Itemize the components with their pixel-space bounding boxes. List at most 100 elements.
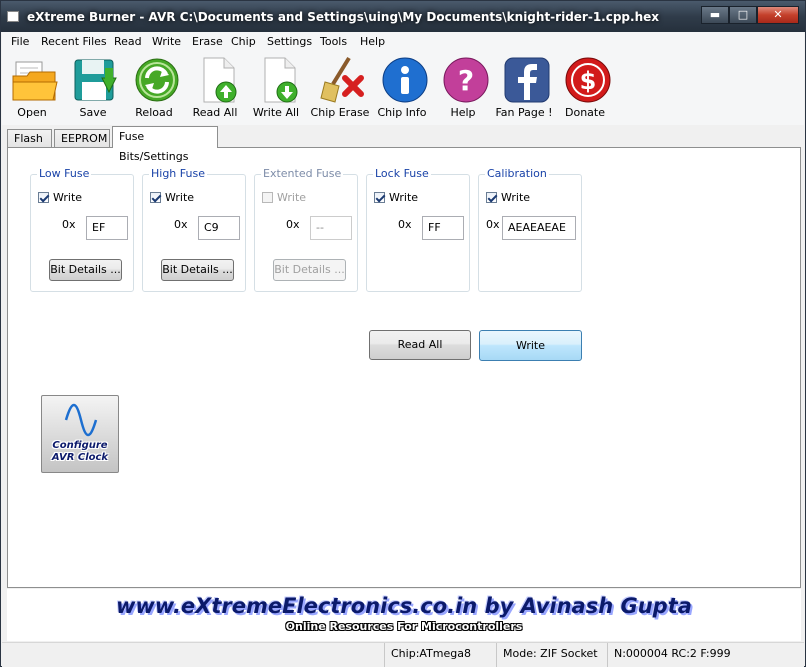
checkbox-checked[interactable] xyxy=(38,192,49,203)
hex-prefix: 0x xyxy=(62,218,76,231)
folder-icon xyxy=(12,61,58,101)
banner-title: www.eXtremeElectronics.co.in by Avinash … xyxy=(116,594,692,618)
high-fuse-group: High Fuse Write 0x C9 Bit Details ... xyxy=(142,167,246,292)
floppy-save-icon xyxy=(74,59,117,101)
menu-chip[interactable]: Chip xyxy=(231,35,256,48)
hex-prefix: 0x xyxy=(174,218,188,231)
menu-file[interactable]: File xyxy=(11,35,29,48)
menu-settings[interactable]: Settings xyxy=(267,35,312,48)
open-label: Open xyxy=(17,106,47,119)
banner-subtitle: Online Resources For Microcontrollers xyxy=(285,620,523,633)
donate-button[interactable]: $ Donate xyxy=(555,52,615,124)
low-fuse-group: Low Fuse Write 0x EF Bit Details ... xyxy=(30,167,134,292)
calibration-group: Calibration Write 0x AEAEAEAE xyxy=(478,167,582,292)
tab-eeprom[interactable]: EEPROM xyxy=(54,129,110,148)
app-window: eXtreme Burner - AVR C:\Documents and Se… xyxy=(0,0,806,667)
checkbox-checked[interactable] xyxy=(486,192,497,203)
hex-prefix: 0x xyxy=(398,218,412,231)
high-fuse-title: High Fuse xyxy=(149,167,207,180)
help-question-icon: ? xyxy=(443,57,489,103)
status-counters: N:000004 RC:2 F:999 xyxy=(607,643,804,667)
low-fuse-title: Low Fuse xyxy=(37,167,92,180)
chip-erase-button[interactable]: Chip Erase xyxy=(310,52,370,124)
chip-erase-label: Chip Erase xyxy=(310,106,370,119)
tab-fuse-bits-settings[interactable]: Fuse Bits/Settings xyxy=(112,126,218,163)
read-all-tool-label: Read All xyxy=(192,106,238,119)
window-title: eXtreme Burner - AVR C:\Documents and Se… xyxy=(27,10,659,24)
extended-fuse-write-checkbox: Write xyxy=(262,191,306,204)
lock-fuse-group: Lock Fuse Write 0x FF xyxy=(366,167,470,292)
facebook-icon xyxy=(504,57,550,103)
high-fuse-bit-details-button[interactable]: Bit Details ... xyxy=(161,259,234,281)
hex-prefix: 0x xyxy=(286,218,300,231)
extended-fuse-group: Extented Fuse Write 0x -- Bit Details ..… xyxy=(254,167,358,292)
extended-fuse-bit-details-button: Bit Details ... xyxy=(273,259,346,281)
maximize-button[interactable]: □ xyxy=(729,6,757,24)
configure-avr-clock-button[interactable]: Configure AVR Clock xyxy=(41,395,119,473)
write-all-tool-button[interactable]: Write All xyxy=(246,52,306,124)
svg-text:$: $ xyxy=(580,67,597,95)
website-banner: www.eXtremeElectronics.co.in by Avinash … xyxy=(7,589,801,641)
app-icon[interactable] xyxy=(7,11,19,22)
read-all-button[interactable]: Read All xyxy=(369,330,471,360)
high-fuse-value-input[interactable]: C9 xyxy=(198,216,240,240)
lock-fuse-value-input[interactable]: FF xyxy=(422,216,464,240)
calibration-value-input[interactable]: AEAEAEAE xyxy=(502,216,576,240)
write-button[interactable]: Write xyxy=(479,330,582,361)
low-fuse-value-input[interactable]: EF xyxy=(86,216,128,240)
menu-tools[interactable]: Tools xyxy=(320,35,347,48)
status-bar: Chip:ATmega8 Mode: ZIF Socket N:000004 R… xyxy=(2,642,804,667)
close-button[interactable]: ✕ xyxy=(757,6,799,24)
high-fuse-write-checkbox[interactable]: Write xyxy=(150,191,194,204)
reload-label: Reload xyxy=(135,106,173,119)
info-icon xyxy=(382,57,428,103)
fan-page-label: Fan Page ! xyxy=(495,106,553,119)
sine-wave-icon xyxy=(64,403,98,437)
checkbox-disabled xyxy=(262,192,273,203)
toolbar: Open Save Reload Read All Write All Chip… xyxy=(2,52,804,125)
extended-fuse-value-input: -- xyxy=(310,216,352,240)
menu-read[interactable]: Read xyxy=(114,35,142,48)
hex-prefix: 0x xyxy=(486,218,500,231)
minimize-button[interactable]: ▬ xyxy=(701,6,729,24)
title-bar[interactable]: eXtreme Burner - AVR C:\Documents and Se… xyxy=(1,1,805,32)
donate-label: Donate xyxy=(565,106,605,119)
chip-info-label: Chip Info xyxy=(377,106,427,119)
fuse-bits-panel: Low Fuse Write 0x EF Bit Details ... Hig… xyxy=(7,147,801,588)
menu-write[interactable]: Write xyxy=(152,35,181,48)
menu-bar: File Recent Files Read Write Erase Chip … xyxy=(2,32,804,53)
chip-info-button[interactable]: Chip Info xyxy=(372,52,432,124)
menu-recent-files[interactable]: Recent Files xyxy=(41,35,107,48)
menu-erase[interactable]: Erase xyxy=(192,35,223,48)
broom-erase-icon xyxy=(320,56,364,103)
reload-icon xyxy=(135,58,179,102)
calibration-write-checkbox[interactable]: Write xyxy=(486,191,530,204)
configure-avr-clock-label: Configure AVR Clock xyxy=(51,440,109,463)
checkbox-checked[interactable] xyxy=(374,192,385,203)
reload-button[interactable]: Reload xyxy=(124,52,184,124)
help-label: Help xyxy=(450,106,476,119)
calibration-title: Calibration xyxy=(485,167,549,180)
checkbox-checked[interactable] xyxy=(150,192,161,203)
fan-page-button[interactable]: Fan Page ! xyxy=(494,52,554,124)
help-button[interactable]: ? Help xyxy=(433,52,493,124)
dollar-icon: $ xyxy=(565,57,611,103)
read-all-tool-button[interactable]: Read All xyxy=(185,52,245,124)
status-chip: Chip:ATmega8 xyxy=(384,643,496,667)
tab-strip: Flash EEPROM Fuse Bits/Settings xyxy=(2,126,804,163)
menu-help[interactable]: Help xyxy=(360,35,385,48)
extended-fuse-title: Extented Fuse xyxy=(261,167,344,180)
write-all-tool-label: Write All xyxy=(252,106,300,119)
document-up-arrow-icon xyxy=(203,57,237,103)
low-fuse-bit-details-button[interactable]: Bit Details ... xyxy=(49,259,122,281)
lock-fuse-write-checkbox[interactable]: Write xyxy=(374,191,418,204)
tab-flash[interactable]: Flash xyxy=(7,129,52,148)
status-mode: Mode: ZIF Socket xyxy=(496,643,607,667)
open-button[interactable]: Open xyxy=(2,52,62,124)
window-controls: ▬ □ ✕ xyxy=(701,6,799,24)
document-down-arrow-icon xyxy=(264,57,298,103)
lock-fuse-title: Lock Fuse xyxy=(373,167,431,180)
save-button[interactable]: Save xyxy=(63,52,123,124)
low-fuse-write-checkbox[interactable]: Write xyxy=(38,191,82,204)
save-label: Save xyxy=(79,106,107,119)
